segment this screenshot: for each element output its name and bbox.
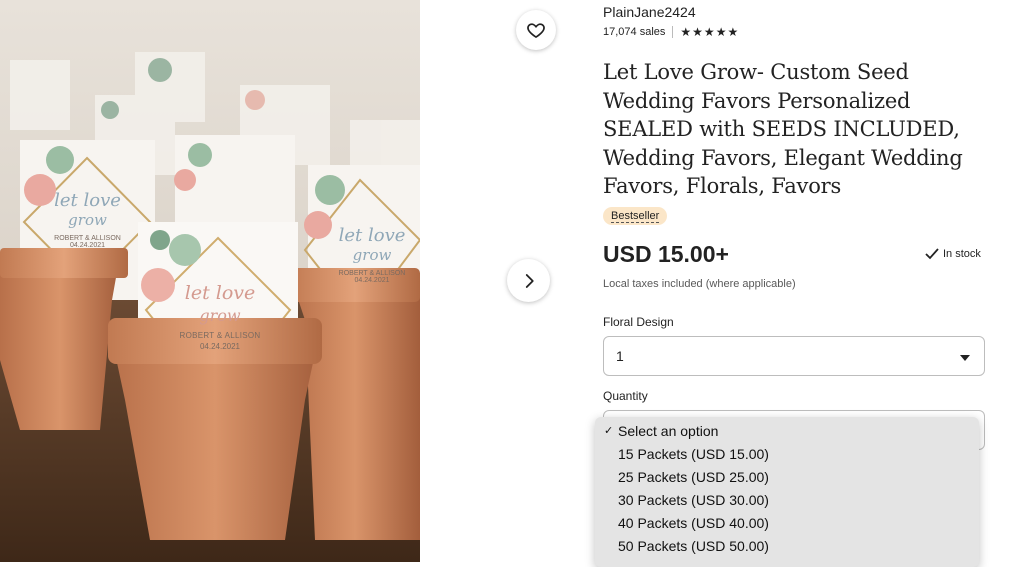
card-names: ROBERT & ALLISON <box>179 331 261 340</box>
next-image-button[interactable] <box>507 259 550 302</box>
card-script-line-2: grow <box>352 246 392 264</box>
product-image[interactable]: let love grow ROBERT & ALLISON 04.24.202… <box>0 0 420 562</box>
floral-design-select[interactable]: 1 <box>603 336 985 376</box>
card-date: 04.24.2021 <box>69 242 106 249</box>
checkmark-icon <box>925 248 939 260</box>
badge-label: Bestseller <box>611 210 660 223</box>
floral-design-value: 1 <box>616 348 624 364</box>
card-script-line-2: grow <box>199 306 241 325</box>
price: USD 15.00+ <box>603 241 729 267</box>
card-script-line-1: let love <box>54 190 121 211</box>
card-script-line-1: let love <box>338 225 406 246</box>
quantity-option[interactable]: 50 Packets (USD 50.00) <box>595 535 979 558</box>
star-icon: ★ <box>692 25 703 39</box>
shop-name-link[interactable]: PlainJane2424 <box>603 4 696 20</box>
card-names: ROBERT & ALLISON <box>54 235 121 242</box>
quantity-option-label: 30 Packets (USD 30.00) <box>618 492 769 508</box>
quantity-option[interactable]: ✓ Select an option <box>595 420 979 443</box>
quantity-option-label: 40 Packets (USD 40.00) <box>618 515 769 531</box>
divider <box>672 26 674 38</box>
card-text-left: let love grow ROBERT & ALLISON 04.24.202… <box>40 190 135 249</box>
gallery-area <box>420 0 580 562</box>
quantity-label: Quantity <box>603 389 648 403</box>
quantity-option[interactable]: 25 Packets (USD 25.00) <box>595 466 979 489</box>
listing-title: Let Love Grow- Custom Seed Wedding Favor… <box>603 60 963 198</box>
chevron-right-icon <box>525 273 534 288</box>
star-icon: ★ <box>680 25 692 39</box>
quantity-option[interactable]: 30 Packets (USD 30.00) <box>595 489 979 512</box>
stock-status: In stock <box>925 248 981 260</box>
card-date: 04.24.2021 <box>354 277 390 284</box>
tax-note: Local taxes included (where applicable) <box>603 278 796 290</box>
bestseller-badge[interactable]: Bestseller <box>603 207 668 225</box>
quantity-option[interactable]: 15 Packets (USD 15.00) <box>595 443 979 466</box>
quantity-dropdown-menu: ✓ Select an option 15 Packets (USD 15.00) 2… <box>595 417 979 567</box>
chevron-down-icon <box>960 355 970 361</box>
sales-count: 17,074 sales <box>603 26 666 38</box>
star-icon: ★ <box>715 25 727 39</box>
star-icon: ★ <box>727 25 739 39</box>
quantity-option[interactable]: 40 Packets (USD 40.00) <box>595 512 979 535</box>
quantity-option-label: 50 Packets (USD 50.00) <box>618 538 769 554</box>
star-icon: ★ <box>703 25 715 39</box>
quantity-option-label: Select an option <box>618 423 719 439</box>
stock-label: In stock <box>943 248 981 260</box>
card-script-line-2: grow <box>68 211 107 229</box>
star-rating[interactable]: ★ ★ ★ ★ ★ <box>680 26 738 38</box>
checkmark-icon: ✓ <box>604 425 614 437</box>
favorite-button[interactable] <box>516 10 556 50</box>
card-names: ROBERT & ALLISON <box>338 270 406 277</box>
shop-sales-rating: 17,074 sales ★ ★ ★ ★ ★ <box>603 26 738 38</box>
floral-design-label: Floral Design <box>603 315 674 329</box>
card-text-right: let love grow ROBERT & ALLISON 04.24.202… <box>322 225 420 284</box>
card-text-front: let love grow ROBERT & ALLISON 04.24.202… <box>160 282 280 351</box>
quantity-option-label: 25 Packets (USD 25.00) <box>618 469 769 485</box>
quantity-option-label: 15 Packets (USD 15.00) <box>618 446 769 462</box>
card-date: 04.24.2021 <box>199 342 241 351</box>
heart-icon <box>527 23 545 39</box>
card-script-line-1: let love <box>184 282 256 304</box>
